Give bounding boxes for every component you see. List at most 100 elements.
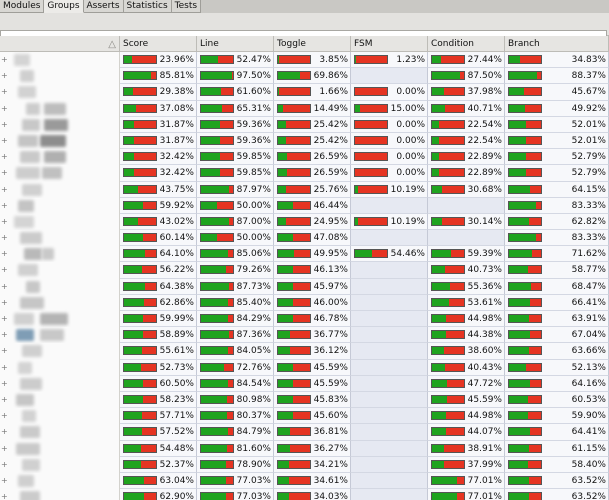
- expand-icon[interactable]: +: [1, 250, 8, 258]
- expand-icon[interactable]: +: [1, 201, 8, 210]
- expand-icon[interactable]: +: [1, 347, 8, 355]
- table-row[interactable]: +54.48% 81.60% 36.27% 38.91% 61.15%: [0, 440, 609, 457]
- table-row[interactable]: +64.38% 87.73% 45.97% 55.36% 68.47%: [0, 278, 609, 295]
- table-row[interactable]: +55.61% 84.05% 36.12% 38.60% 63.66%: [0, 343, 609, 360]
- expand-icon[interactable]: +: [1, 444, 8, 453]
- tree-cell[interactable]: +: [0, 424, 120, 441]
- tree-cell[interactable]: +: [0, 149, 120, 166]
- expand-icon[interactable]: +: [1, 104, 8, 113]
- expand-icon[interactable]: +: [1, 56, 8, 64]
- column-header-line[interactable]: Line: [197, 36, 274, 52]
- expand-icon[interactable]: +: [1, 153, 8, 161]
- expand-icon[interactable]: +: [1, 169, 8, 177]
- tab-groups[interactable]: Groups: [44, 0, 84, 13]
- tab-tests[interactable]: Tests: [171, 0, 202, 13]
- expand-icon[interactable]: +: [1, 460, 8, 469]
- expand-icon[interactable]: +: [1, 379, 8, 388]
- tree-cell[interactable]: +: [0, 472, 120, 490]
- name-column-header[interactable]: △: [0, 36, 120, 52]
- column-header-branch[interactable]: Branch: [505, 36, 609, 52]
- column-header-toggle[interactable]: Toggle: [274, 36, 351, 52]
- expand-icon[interactable]: +: [1, 185, 8, 194]
- tree-cell[interactable]: +: [0, 230, 120, 247]
- table-row[interactable]: +37.08% 65.31% 14.49% 15.00% 40.71% 49.92%: [0, 100, 609, 117]
- table-row[interactable]: +58.89% 87.36% 36.77% 44.38% 67.04%: [0, 327, 609, 344]
- table-row[interactable]: +59.92% 50.00% 46.44% 83.33%: [0, 197, 609, 214]
- table-row[interactable]: +62.90% 77.03% 34.03% 77.01% 63.52%: [0, 489, 609, 500]
- table-row[interactable]: +56.22% 79.26% 46.13% 40.73% 58.77%: [0, 262, 609, 279]
- tree-cell[interactable]: +: [0, 359, 120, 376]
- expand-icon[interactable]: +: [1, 120, 8, 129]
- coverage-bar: [200, 362, 234, 372]
- tree-cell[interactable]: +: [0, 68, 120, 85]
- expand-icon[interactable]: +: [1, 282, 8, 291]
- tree-cell[interactable]: +: [0, 100, 120, 117]
- tree-cell[interactable]: +: [0, 343, 120, 360]
- tree-cell[interactable]: +: [0, 327, 120, 344]
- expand-icon[interactable]: +: [1, 395, 8, 404]
- table-row[interactable]: +64.10% 85.06% 49.95% 54.46% 59.39% 71.62%: [0, 246, 609, 263]
- expand-icon[interactable]: +: [1, 72, 8, 80]
- tree-cell[interactable]: +: [0, 84, 120, 101]
- tree-cell[interactable]: +: [0, 489, 120, 500]
- expand-icon[interactable]: +: [1, 315, 8, 323]
- tree-cell[interactable]: +: [0, 440, 120, 457]
- tree-cell[interactable]: +: [0, 456, 120, 473]
- table-row[interactable]: +43.75% 87.97% 25.76% 10.19% 30.68% 64.15%: [0, 181, 609, 198]
- table-row[interactable]: +57.52% 84.79% 36.81% 44.07% 64.41%: [0, 424, 609, 441]
- table-row[interactable]: +59.99% 84.29% 46.78% 44.98% 63.91%: [0, 311, 609, 328]
- tree-cell[interactable]: +: [0, 278, 120, 295]
- table-row[interactable]: +52.37% 78.90% 34.21% 37.99% 58.40%: [0, 456, 609, 473]
- tree-cell[interactable]: +: [0, 197, 120, 214]
- tree-cell[interactable]: +: [0, 132, 120, 150]
- tree-cell[interactable]: +: [0, 375, 120, 392]
- column-header-score[interactable]: Score: [120, 36, 197, 52]
- expand-icon[interactable]: +: [1, 217, 8, 226]
- tree-cell[interactable]: +: [0, 391, 120, 409]
- expand-icon[interactable]: +: [1, 298, 8, 307]
- table-row[interactable]: +57.71% 80.37% 45.60% 44.98% 59.90%: [0, 408, 609, 425]
- tab-statistics[interactable]: Statistics: [123, 0, 172, 13]
- cell-condition: 22.89%: [428, 165, 505, 182]
- expand-icon[interactable]: +: [1, 428, 8, 436]
- column-header-condition[interactable]: Condition: [428, 36, 505, 52]
- expand-icon[interactable]: +: [1, 331, 8, 339]
- table-row[interactable]: +60.50% 84.54% 45.59% 47.72% 64.16%: [0, 375, 609, 392]
- tree-cell[interactable]: +: [0, 246, 120, 263]
- tree-cell[interactable]: +: [0, 116, 120, 133]
- table-row[interactable]: +29.38% 61.60% 1.66% 0.00% 37.98% 45.67%: [0, 84, 609, 101]
- tab-modules[interactable]: Modules: [0, 0, 45, 13]
- tree-cell[interactable]: +: [0, 311, 120, 328]
- table-row[interactable]: +63.04% 77.03% 34.61% 77.01% 63.52%: [0, 472, 609, 490]
- table-row[interactable]: +32.42% 59.85% 26.59% 0.00% 22.89% 52.79%: [0, 149, 609, 166]
- table-row[interactable]: +32.42% 59.85% 26.59% 0.00% 22.89% 52.79%: [0, 165, 609, 182]
- expand-icon[interactable]: +: [1, 136, 8, 145]
- table-row[interactable]: +62.86% 85.40% 46.00% 53.61% 66.41%: [0, 294, 609, 311]
- tree-cell[interactable]: +: [0, 52, 120, 69]
- table-row[interactable]: +23.96% 52.47% 3.85% 1.23% 27.44% 34.83%: [0, 52, 609, 69]
- expand-icon[interactable]: +: [1, 476, 8, 485]
- tree-cell[interactable]: +: [0, 294, 120, 311]
- table-row[interactable]: +58.23% 80.98% 45.83% 45.59% 60.53%: [0, 391, 609, 409]
- coverage-bar: [200, 394, 234, 404]
- expand-icon[interactable]: +: [1, 266, 8, 274]
- expand-icon[interactable]: +: [1, 493, 8, 500]
- table-row[interactable]: +31.87% 59.36% 25.42% 0.00% 22.54% 52.01%: [0, 132, 609, 150]
- tree-cell[interactable]: +: [0, 408, 120, 425]
- sort-ascending-icon[interactable]: △: [108, 37, 116, 53]
- table-row[interactable]: +60.14% 50.00% 47.08% 83.33%: [0, 230, 609, 247]
- expand-icon[interactable]: +: [1, 363, 8, 372]
- expand-icon[interactable]: +: [1, 234, 8, 242]
- tree-cell[interactable]: +: [0, 165, 120, 182]
- tab-asserts[interactable]: Asserts: [83, 0, 124, 13]
- table-row[interactable]: +31.87% 59.36% 25.42% 0.00% 22.54% 52.01%: [0, 116, 609, 133]
- expand-icon[interactable]: +: [1, 88, 8, 96]
- table-row[interactable]: +52.73% 72.76% 45.59% 40.43% 52.13%: [0, 359, 609, 376]
- tree-cell[interactable]: +: [0, 262, 120, 279]
- table-row[interactable]: +85.81% 97.50% 69.86% 87.50% 88.37%: [0, 68, 609, 85]
- tree-cell[interactable]: +: [0, 181, 120, 198]
- expand-icon[interactable]: +: [1, 412, 8, 420]
- tree-cell[interactable]: +: [0, 213, 120, 231]
- table-row[interactable]: +43.02% 87.00% 24.95% 10.19% 30.14% 62.82%: [0, 213, 609, 231]
- column-header-fsm[interactable]: FSM: [351, 36, 428, 52]
